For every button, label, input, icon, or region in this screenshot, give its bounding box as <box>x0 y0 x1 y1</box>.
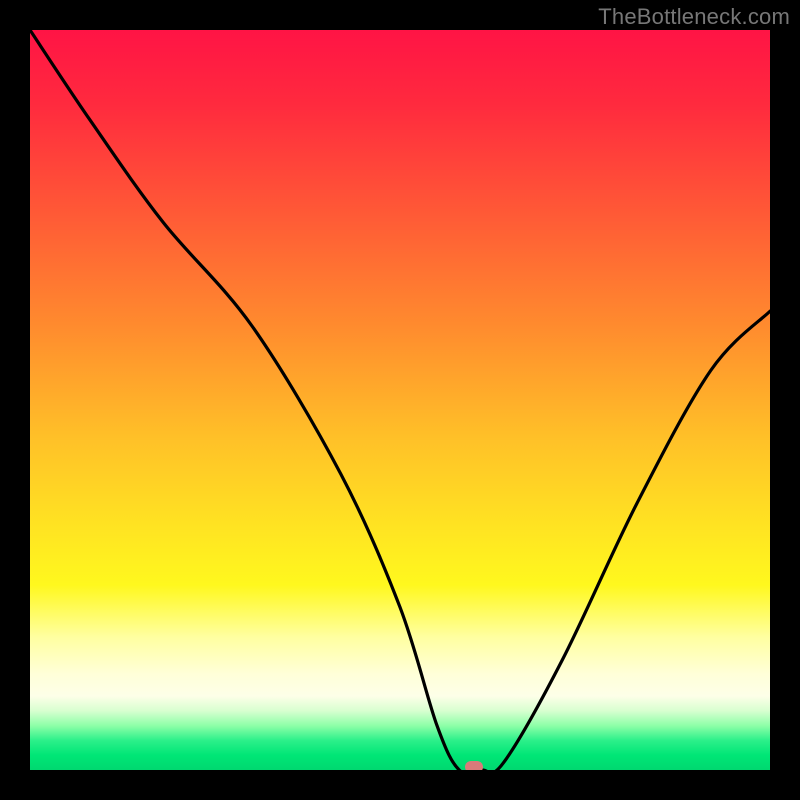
plot-area <box>30 30 770 770</box>
chart-frame: TheBottleneck.com <box>0 0 800 800</box>
bottleneck-curve <box>30 30 770 770</box>
optimal-point-marker <box>465 761 483 770</box>
watermark-text: TheBottleneck.com <box>598 4 790 30</box>
